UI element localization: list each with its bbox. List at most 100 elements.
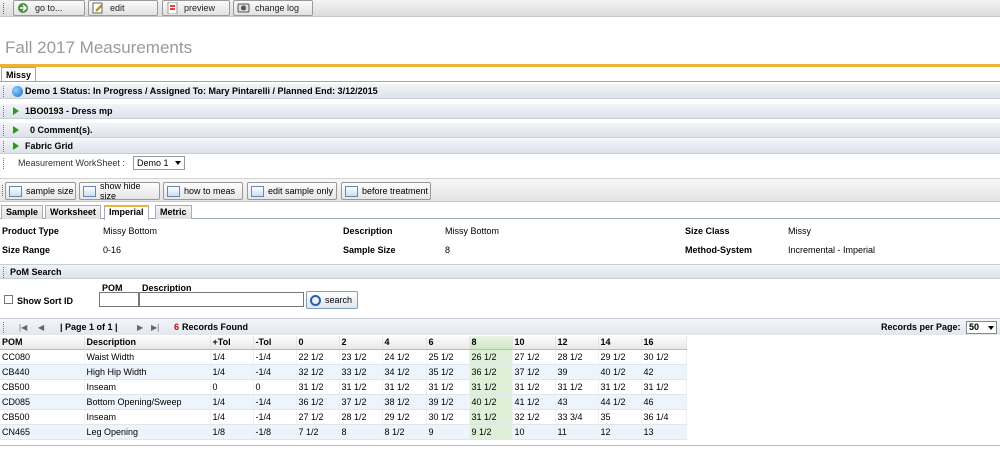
table-cell: 29 1/2 (598, 349, 642, 365)
pom-search-input[interactable] (99, 292, 139, 307)
product-type-label: Product Type (2, 226, 59, 236)
edit-sample-only-button[interactable]: edit sample only (247, 182, 337, 200)
description-label: Description (343, 226, 393, 236)
show-hide-size-icon (83, 185, 96, 197)
table-cell: 1/4 (210, 349, 254, 365)
preview-label: preview (184, 3, 216, 13)
style-row[interactable]: 1BO0193 - Dress mp (0, 104, 1000, 119)
table-row[interactable]: CB500 Inseam 1/4 -1/4 27 1/2 28 1/2 29 1/2 30 1… (0, 409, 687, 425)
comments-row[interactable]: 0 Comment(s). (0, 123, 1000, 138)
column-header[interactable]: 2 (339, 336, 383, 350)
column-header[interactable]: 16 (641, 336, 687, 350)
worksheet-select[interactable]: Demo 1 (133, 156, 185, 170)
table-cell: 1/4 (210, 364, 254, 380)
table-cell: -1/4 (253, 364, 297, 380)
tab-imperial[interactable]: Imperial (104, 205, 149, 220)
toolbar-grip (2, 185, 4, 196)
table-row[interactable]: CB500 Inseam 0 0 31 1/2 31 1/2 31 1/2 31 1/2 31 … (0, 379, 687, 395)
show-sort-id-checkbox[interactable] (4, 295, 13, 304)
description-search-input[interactable] (139, 292, 304, 307)
last-page-icon[interactable]: ▶| (151, 323, 159, 332)
search-button-label: search (325, 295, 353, 305)
column-header[interactable]: 0 (296, 336, 340, 350)
measure-toolbar: sample size show hide size how to meas e… (0, 178, 1000, 202)
column-header[interactable]: +Tol (210, 336, 254, 350)
first-page-icon[interactable]: |◀ (19, 323, 27, 332)
expand-arrow-icon[interactable] (13, 126, 19, 134)
table-cell: 38 1/2 (382, 394, 427, 410)
title-divider (0, 64, 1000, 67)
sample-size-icon (9, 185, 22, 197)
page-indicator: | Page 1 of 1 | (60, 322, 118, 332)
edit-label: edit (110, 3, 125, 13)
table-row[interactable]: CC080 Waist Width 1/4 -1/4 22 1/2 23 1/2 24 1/… (0, 349, 687, 365)
table-cell: 31 1/2 (555, 379, 599, 395)
expand-arrow-icon[interactable] (13, 142, 19, 150)
table-cell: 23 1/2 (339, 349, 383, 365)
table-cell: 9 (426, 424, 470, 440)
pdf-icon (166, 1, 179, 15)
status-row[interactable]: Demo 1 Status: In Progress / Assigned To… (0, 84, 1000, 99)
column-header[interactable]: -Tol (253, 336, 297, 350)
table-row[interactable]: CD085 Bottom Opening/Sweep 1/4 -1/4 36 1/2 37… (0, 394, 687, 410)
records-per-page-select[interactable]: 50 (966, 321, 997, 334)
sample-size-button[interactable]: sample size (5, 182, 76, 200)
table-cell: 31 1/2 (339, 379, 383, 395)
table-cell: CD085 (0, 394, 85, 410)
description-value: Missy Bottom (445, 226, 500, 236)
go-to-label: go to... (35, 3, 63, 13)
tab-worksheet[interactable]: Worksheet (45, 205, 101, 219)
table-cell: 27 1/2 (296, 409, 340, 425)
edit-button[interactable]: edit (88, 0, 158, 16)
change-log-button[interactable]: change log (233, 0, 313, 16)
product-type-value: Missy Bottom (103, 226, 158, 236)
go-to-icon (17, 2, 30, 14)
search-button[interactable]: search (306, 291, 358, 309)
worksheet-row: Measurement WorkSheet : Demo 1 (0, 156, 1000, 171)
status-text: Demo 1 Status: In Progress / Assigned To… (25, 86, 378, 96)
next-page-icon[interactable]: ▶ (137, 323, 143, 332)
tab-sample[interactable]: Sample (1, 205, 44, 219)
column-header[interactable]: 4 (382, 336, 427, 350)
tab-metric[interactable]: Metric (155, 205, 192, 219)
bottom-edge (0, 445, 1000, 451)
show-hide-size-label: show hide size (100, 181, 141, 201)
before-treatment-button[interactable]: before treatment (341, 182, 431, 200)
table-cell: 33 3/4 (555, 409, 599, 425)
column-header[interactable]: Description (84, 336, 211, 350)
prev-page-icon[interactable]: ◀ (38, 323, 44, 332)
table-cell: 31 1/2 (469, 379, 513, 395)
table-cell: Inseam (84, 409, 211, 425)
chevron-down-icon (988, 326, 994, 330)
table-cell: 37 1/2 (339, 394, 383, 410)
column-header[interactable]: 14 (598, 336, 642, 350)
column-header[interactable]: 6 (426, 336, 470, 350)
table-cell: CB500 (0, 409, 85, 425)
column-header[interactable]: 12 (555, 336, 599, 350)
method-system-label: Method-System (685, 245, 753, 255)
table-cell: 35 (598, 409, 642, 425)
column-header[interactable]: 10 (512, 336, 556, 350)
table-cell: 40 1/2 (598, 364, 642, 380)
how-to-meas-button[interactable]: how to meas (163, 182, 243, 200)
preview-button[interactable]: preview (162, 0, 230, 16)
measurement-tabs: Sample Worksheet Imperial Metric (0, 204, 1000, 220)
table-cell: 1/8 (210, 424, 254, 440)
fabric-grid-row[interactable]: Fabric Grid (0, 139, 1000, 154)
records-count: 6 (174, 322, 180, 332)
table-row[interactable]: CB440 High Hip Width 1/4 -1/4 32 1/2 33 1/2 34… (0, 364, 687, 380)
before-treatment-icon (345, 185, 358, 197)
tab-missy[interactable]: Missy (1, 67, 37, 82)
table-row[interactable]: CN465 Leg Opening 1/8 -1/8 7 1/2 8 8 1/2 9 9 1/2… (0, 424, 687, 440)
table-cell: 12 (598, 424, 642, 440)
row-grip (3, 125, 5, 136)
table-cell: 32 1/2 (512, 409, 556, 425)
expand-arrow-icon[interactable] (13, 107, 19, 115)
table-cell: 8 (339, 424, 383, 440)
records-found-label: Records Found (182, 322, 249, 332)
go-to-button[interactable]: go to... (13, 0, 85, 16)
show-hide-size-button[interactable]: show hide size (79, 181, 160, 201)
column-header[interactable]: POM (0, 336, 85, 350)
column-header[interactable]: 8 (469, 336, 513, 350)
table-cell: 43 (555, 394, 599, 410)
